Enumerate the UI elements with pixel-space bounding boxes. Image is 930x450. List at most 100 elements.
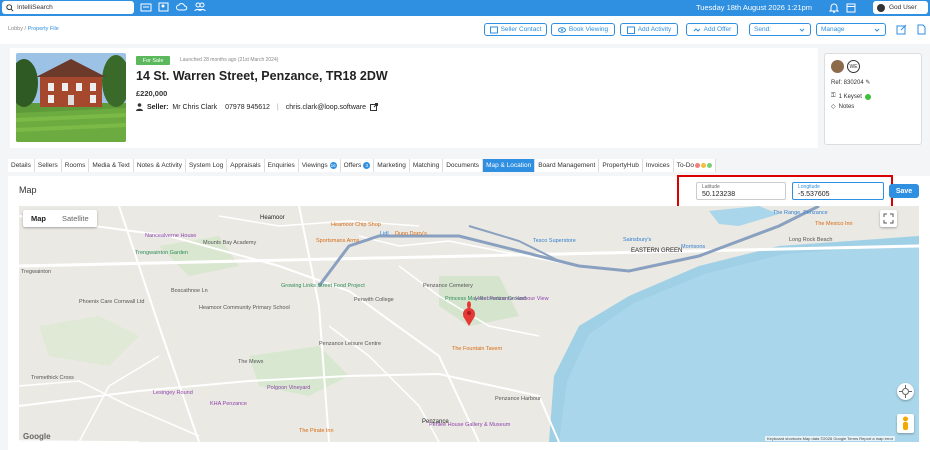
send-label: Send: [754,26,771,33]
map-label: Tregwainton [21,269,52,275]
manage-label: Manage [821,26,845,33]
map-label: Long Rock Beach [789,237,833,243]
intellisearch-input[interactable]: IntelliSearch [2,1,134,14]
map-label: Nancealverne House [145,233,197,239]
map-label: The Range, Penzance [773,210,828,216]
user-avatar-icon [877,3,885,12]
highlight-box [677,175,893,209]
property-price: £220,000 [136,89,168,98]
tab-invoices[interactable]: Invoices [642,159,674,172]
tab-viewings[interactable]: Viewings 16 [298,159,341,172]
property-address: 14 St. Warren Street, Penzance, TR18 2DW [136,69,388,83]
pegman-icon[interactable] [897,414,914,433]
tab-board-management[interactable]: Board Management [535,159,600,172]
tab-label: System Log [188,162,224,169]
map-attribution[interactable]: Keyboard shortcuts Map data ©2026 Google… [765,436,896,441]
users-icon[interactable] [194,1,206,13]
negotiator-panel: WE Ref: 830204 ✎ ⚿ 1 Keyset ◇ Notes [824,53,922,145]
tab-label: Map & Location [486,162,532,169]
property-icon[interactable] [140,1,152,13]
tab-offers[interactable]: Offers 3 [340,159,375,172]
save-button[interactable]: Save [889,184,919,198]
property-photo[interactable] [16,53,126,142]
tab-matching[interactable]: Matching [409,159,444,172]
tab-label: Enquiries [267,162,295,169]
tab-details[interactable]: Details [8,159,35,172]
breadcrumb-lobby[interactable]: Lobby [8,26,23,32]
manage-dropdown[interactable]: Manage [816,23,886,36]
count-badge: 3 [363,162,371,169]
tab-notes-activity[interactable]: Notes & Activity [133,159,186,172]
tab-label: Viewings [301,162,328,169]
send-dropdown[interactable]: Send: [749,23,811,36]
tab-marketing[interactable]: Marketing [374,159,410,172]
property-card [10,48,818,148]
user-menu[interactable]: God User [873,1,928,14]
seller-name[interactable]: Mr Chris Clark [172,104,217,111]
google-map[interactable]: Map Satellite Heamoor Nancealverne House… [19,206,919,442]
pencil-icon[interactable]: ✎ [865,80,870,86]
satellite-tab[interactable]: Satellite [54,210,97,227]
tab-bar: Details Sellers Rooms Media & Text Notes & A… [8,159,717,172]
map-label: KHA Penzance [210,401,247,407]
contacts-icon[interactable] [158,1,170,13]
bell-icon[interactable] [829,2,839,13]
tab-documents[interactable]: Documents [443,159,484,172]
tab-rooms[interactable]: Rooms [61,159,90,172]
external-link-icon[interactable] [370,103,378,111]
tab-map-location[interactable]: Map & Location [483,159,536,172]
seller-email[interactable]: chris.clark@loop.software [286,104,366,111]
user-name: God User [889,4,917,11]
add-offer-label: Add Offer [703,26,732,33]
add-activity-label: Add Activity [637,26,672,33]
add-activity-button[interactable]: Add Activity [620,23,678,36]
seller-contact-button[interactable]: Seller Contact [484,23,547,36]
status-pill [701,163,707,168]
map-label: Sportsmans Arms [316,238,360,244]
map-tab[interactable]: Map [23,210,54,227]
map-label: Heamoor [260,215,285,221]
map-label: Tesco Superstore [533,238,576,244]
tab-to-do[interactable]: To-Do [673,159,717,172]
tab-appraisals[interactable]: Appraisals [227,159,265,172]
document-icon[interactable] [916,24,927,35]
negotiator-initials[interactable]: WE [847,60,860,73]
map-label: The Pirate Inn [299,428,334,434]
keys-label: 1 Keyset [838,93,862,100]
add-offer-button[interactable]: Add Offer [686,23,738,36]
tab-media-text[interactable]: Media & Text [89,159,134,172]
breadcrumb-current[interactable]: Property File [28,26,59,32]
negotiator-avatar[interactable] [831,60,844,73]
map-label: Polgoon Vineyard [267,385,311,391]
map-label: Penzance Leisure Centre [319,341,382,347]
edit-icon[interactable] [896,24,907,35]
keys-row[interactable]: ⚿ 1 Keyset [831,93,871,100]
map-title: Map [19,185,37,195]
map-label: Tremethick Cross [31,375,74,381]
map-label: Hotel Penzance Harbour View [475,296,549,302]
tab-system-log[interactable]: System Log [185,159,228,172]
current-date: Tuesday 18th August 2026 1:21pm [696,3,813,12]
book-viewing-button[interactable]: Book Viewing [551,23,615,36]
map-label: Boscathnoe Ln [171,288,208,294]
map-label: Lidl [380,231,389,237]
tab-propertyhub[interactable]: PropertyHub [599,159,643,172]
fullscreen-button[interactable] [880,210,897,227]
tab-label: Documents [446,162,480,169]
tab-enquiries[interactable]: Enquiries [264,159,299,172]
map-label: Growing Links Street Food Project [281,283,365,289]
tab-sellers[interactable]: Sellers [34,159,62,172]
notes-label: Notes [838,103,855,110]
handshake-icon [693,27,700,32]
seller-phone[interactable]: 07978 945612 [225,104,270,111]
cloud-icon[interactable] [176,1,188,13]
notes-row[interactable]: ◇ Notes [831,103,855,111]
tab-label: Appraisals [230,162,261,169]
tab-label: Rooms [64,162,86,169]
map-canvas[interactable] [19,206,919,442]
map-label: The Mews [238,359,264,365]
status-pill [707,163,713,168]
map-label: Sainsbury's [623,237,652,243]
calendar-icon[interactable] [846,2,856,13]
compass-button[interactable] [897,383,914,400]
